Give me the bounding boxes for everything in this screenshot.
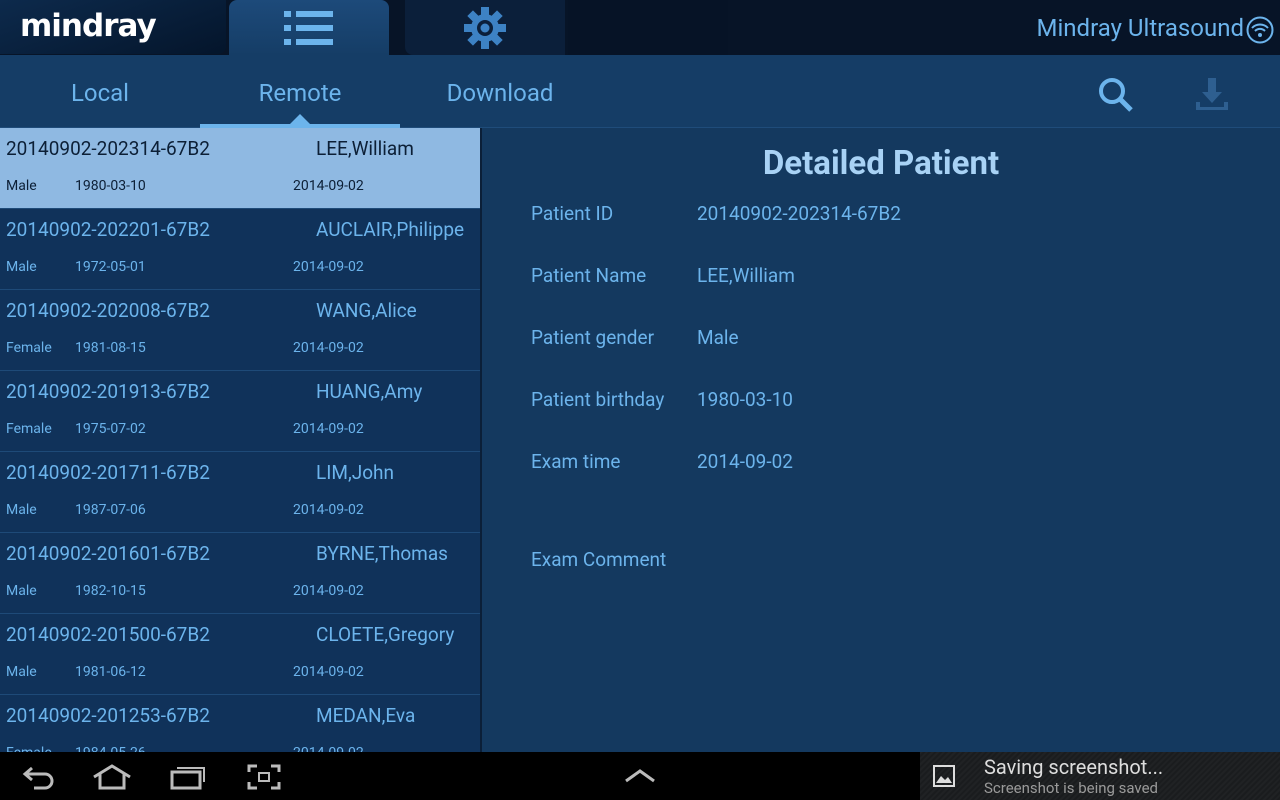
exam-date: 2014-09-02 (293, 664, 364, 680)
patient-id: 20140902-201500-67B2 (6, 623, 210, 646)
patient-id: 20140902-201711-67B2 (6, 461, 210, 484)
detail-title: Detailed Patient (762, 144, 1000, 183)
mindray-logo: mindray (0, 0, 226, 54)
patient-gender: Male (6, 259, 37, 275)
patient-birthday: 1972-05-01 (75, 259, 146, 275)
patient-gender: Male (6, 178, 37, 194)
value-patient-id: 20140902-202314-67B2 (697, 202, 901, 225)
exam-date: 2014-09-02 (293, 583, 364, 599)
patient-row[interactable]: 20140902-201913-67B2 HUANG,Amy Female 1975-… (0, 371, 480, 452)
tab-local[interactable]: Local (0, 79, 200, 107)
sub-tab-bar: Local Remote Download (0, 55, 1280, 128)
patient-name: LEE,William (316, 137, 414, 160)
back-icon[interactable] (22, 764, 56, 790)
tab-download[interactable]: Download (400, 79, 600, 107)
patient-row[interactable]: 20140902-202201-67B2 AUCLAIR,Philippe Male… (0, 209, 480, 290)
detail-panel: Detailed Patient Patient ID 20140902-202… (482, 128, 1280, 752)
notification-title: Saving screenshot... (984, 755, 1164, 779)
patient-row[interactable]: 20140902-201601-67B2 BYRNE,Thomas Male 1982… (0, 533, 480, 614)
tab-settings[interactable] (405, 0, 565, 55)
patient-id: 20140902-201253-67B2 (6, 704, 210, 727)
value-patient-gender: Male (697, 326, 739, 349)
patient-name: CLOETE,Gregory (316, 623, 455, 646)
value-patient-name: LEE,William (697, 264, 795, 287)
home-icon[interactable] (92, 764, 132, 790)
patient-name: MEDAN,Eva (316, 704, 416, 727)
patient-gender: Female (6, 745, 52, 752)
label-exam-comment: Exam Comment (531, 548, 667, 571)
screenshot-icon[interactable] (247, 764, 281, 790)
tab-remote[interactable]: Remote (200, 79, 400, 107)
wifi-icon (1246, 16, 1274, 44)
patient-gender: Male (6, 583, 37, 599)
patient-birthday: 1975-07-02 (75, 421, 146, 437)
chevron-up-icon[interactable] (624, 768, 656, 784)
patient-row[interactable]: 20140902-201500-67B2 CLOETE,Gregory Male 19… (0, 614, 480, 695)
gear-icon (464, 6, 506, 49)
patient-gender: Female (6, 340, 52, 356)
exam-date: 2014-09-02 (293, 178, 364, 194)
tab-empty (568, 0, 728, 55)
patient-id: 20140902-201601-67B2 (6, 542, 210, 565)
search-icon[interactable] (1097, 76, 1135, 114)
exam-date: 2014-09-02 (293, 259, 364, 275)
patient-name: LIM,John (316, 461, 395, 484)
label-patient-id: Patient ID (531, 202, 614, 225)
exam-date: 2014-09-02 (293, 340, 364, 356)
download-icon[interactable] (1194, 76, 1230, 112)
patient-birthday: 1981-06-12 (75, 664, 146, 680)
tab-patient-list[interactable] (229, 0, 389, 55)
patient-name: HUANG,Amy (316, 380, 423, 403)
patient-id: 20140902-202314-67B2 (6, 137, 210, 160)
patient-birthday: 1980-03-10 (75, 178, 146, 194)
patient-id: 20140902-202201-67B2 (6, 218, 210, 241)
screenshot-notification[interactable]: Saving screenshot... Screenshot is being… (920, 752, 1280, 800)
exam-date: 2014-09-02 (293, 502, 364, 518)
patient-row[interactable]: 20140902-201253-67B2 MEDAN,Eva Female 1984-… (0, 695, 480, 752)
list-icon (284, 10, 333, 45)
patient-gender: Female (6, 421, 52, 437)
patient-name: AUCLAIR,Philippe (316, 218, 465, 241)
device-name: Mindray Ultrasound (1036, 14, 1245, 42)
label-patient-birthday: Patient birthday (531, 388, 665, 411)
patient-row[interactable]: 20140902-202314-67B2 LEE,William Male 1980-… (0, 128, 480, 209)
patient-birthday: 1982-10-15 (75, 583, 146, 599)
top-bar: mindray Mindray Ultrasound (0, 0, 1280, 55)
label-patient-gender: Patient gender (531, 326, 655, 349)
exam-date: 2014-09-02 (293, 745, 364, 752)
patient-id: 20140902-202008-67B2 (6, 299, 210, 322)
patient-birthday: 1981-08-15 (75, 340, 146, 356)
image-icon (933, 765, 955, 787)
label-patient-name: Patient Name (531, 264, 647, 287)
patient-list[interactable]: 20140902-202314-67B2 LEE,William Male 1980-… (0, 128, 480, 752)
patient-gender: Male (6, 664, 37, 680)
patient-row[interactable]: 20140902-201711-67B2 LIM,John Male 1987-07-… (0, 452, 480, 533)
label-exam-time: Exam time (531, 450, 621, 473)
value-patient-birthday: 1980-03-10 (697, 388, 793, 411)
patient-name: BYRNE,Thomas (316, 542, 448, 565)
exam-date: 2014-09-02 (293, 421, 364, 437)
patient-row[interactable]: 20140902-202008-67B2 WANG,Alice Female 1981… (0, 290, 480, 371)
patient-birthday: 1987-07-06 (75, 502, 146, 518)
patient-birthday: 1984-05-26 (75, 745, 146, 752)
notification-text: Screenshot is being saved (984, 779, 1159, 797)
patient-id: 20140902-201913-67B2 (6, 380, 210, 403)
recent-apps-icon[interactable] (170, 764, 206, 790)
patient-gender: Male (6, 502, 37, 518)
patient-name: WANG,Alice (316, 299, 417, 322)
value-exam-time: 2014-09-02 (697, 450, 793, 473)
